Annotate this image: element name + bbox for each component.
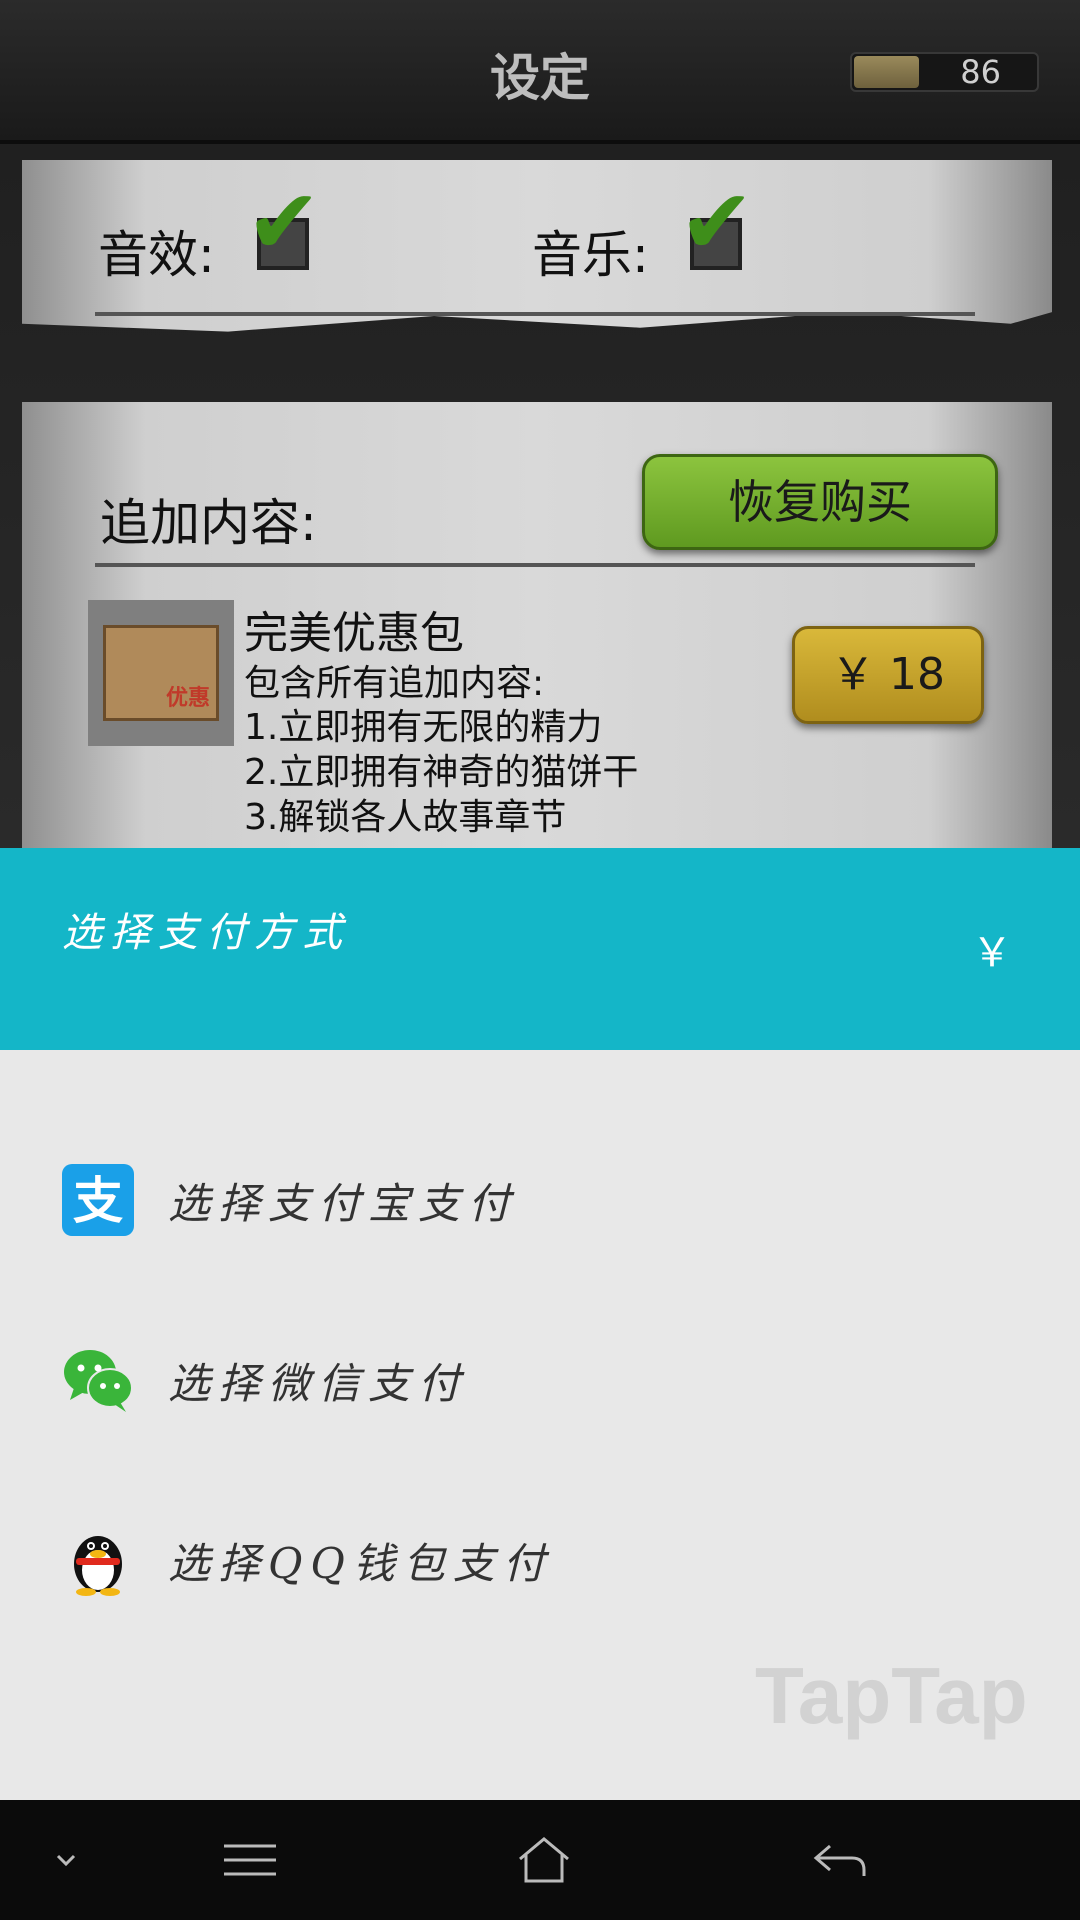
nav-back-button[interactable]	[780, 1800, 900, 1920]
payment-sheet-header: 选择支付方式 ￥	[0, 848, 1080, 1050]
pack-description-line: 3.解锁各人故事章节	[244, 797, 567, 838]
energy-value: 86	[960, 53, 1001, 91]
gift-box-icon: 优惠	[103, 625, 219, 721]
music-check-icon: ✔	[679, 170, 755, 275]
qq-icon	[74, 1536, 122, 1596]
music-label: 音乐:	[532, 226, 649, 284]
taptap-watermark: TapTap	[755, 1651, 1028, 1740]
pack-price-button[interactable]: ￥ 18	[792, 626, 984, 724]
nav-home-button[interactable]	[484, 1800, 604, 1920]
top-bar: 设定 86	[0, 0, 1080, 144]
payment-sheet-title: 选择支付方式	[62, 910, 350, 956]
pay-option-wechat[interactable]: 选择微信支付	[0, 1330, 1080, 1450]
pay-option-label: 选择支付宝支付	[168, 1179, 519, 1228]
back-icon	[813, 1844, 866, 1876]
sound-label: 音效:	[98, 226, 215, 284]
pack-image: 优惠	[88, 600, 234, 746]
nav-collapse-button[interactable]	[6, 1800, 126, 1920]
payment-sheet-body: 支 选择支付宝支付 选择微信支付 选择QQ钱包支付 TapTap	[0, 1050, 1080, 1800]
wechat-icon	[64, 1350, 133, 1412]
alipay-icon: 支	[62, 1164, 134, 1236]
chevron-down-icon	[56, 1854, 76, 1867]
nav-menu-button[interactable]	[190, 1800, 310, 1920]
sound-check-icon: ✔	[246, 170, 322, 275]
energy-fill	[854, 56, 919, 88]
pack-title: 完美优惠包	[244, 608, 464, 659]
pay-option-alipay[interactable]: 支 选择支付宝支付	[0, 1150, 1080, 1270]
divider	[95, 563, 975, 567]
home-icon	[519, 1837, 569, 1883]
currency-icon: ￥	[972, 930, 1012, 976]
svg-text:支: 支	[73, 1172, 123, 1230]
game-settings-screen: 设定 86 音效: ✔ 音乐: ✔ 追加内容: 恢复购买 优惠 完美优惠包 包含…	[0, 0, 1080, 852]
pay-option-label: 选择QQ钱包支付	[168, 1539, 553, 1588]
addon-label: 追加内容:	[100, 494, 317, 552]
energy-bar: 86	[850, 52, 1039, 92]
pay-option-label: 选择微信支付	[168, 1359, 469, 1408]
pay-option-qq[interactable]: 选择QQ钱包支付	[0, 1510, 1080, 1630]
divider	[95, 312, 975, 316]
menu-icon	[224, 1844, 276, 1876]
restore-purchase-button[interactable]: 恢复购买	[642, 454, 998, 550]
pack-image-label: 优惠	[165, 686, 210, 711]
navigation-bar	[0, 1800, 1080, 1920]
